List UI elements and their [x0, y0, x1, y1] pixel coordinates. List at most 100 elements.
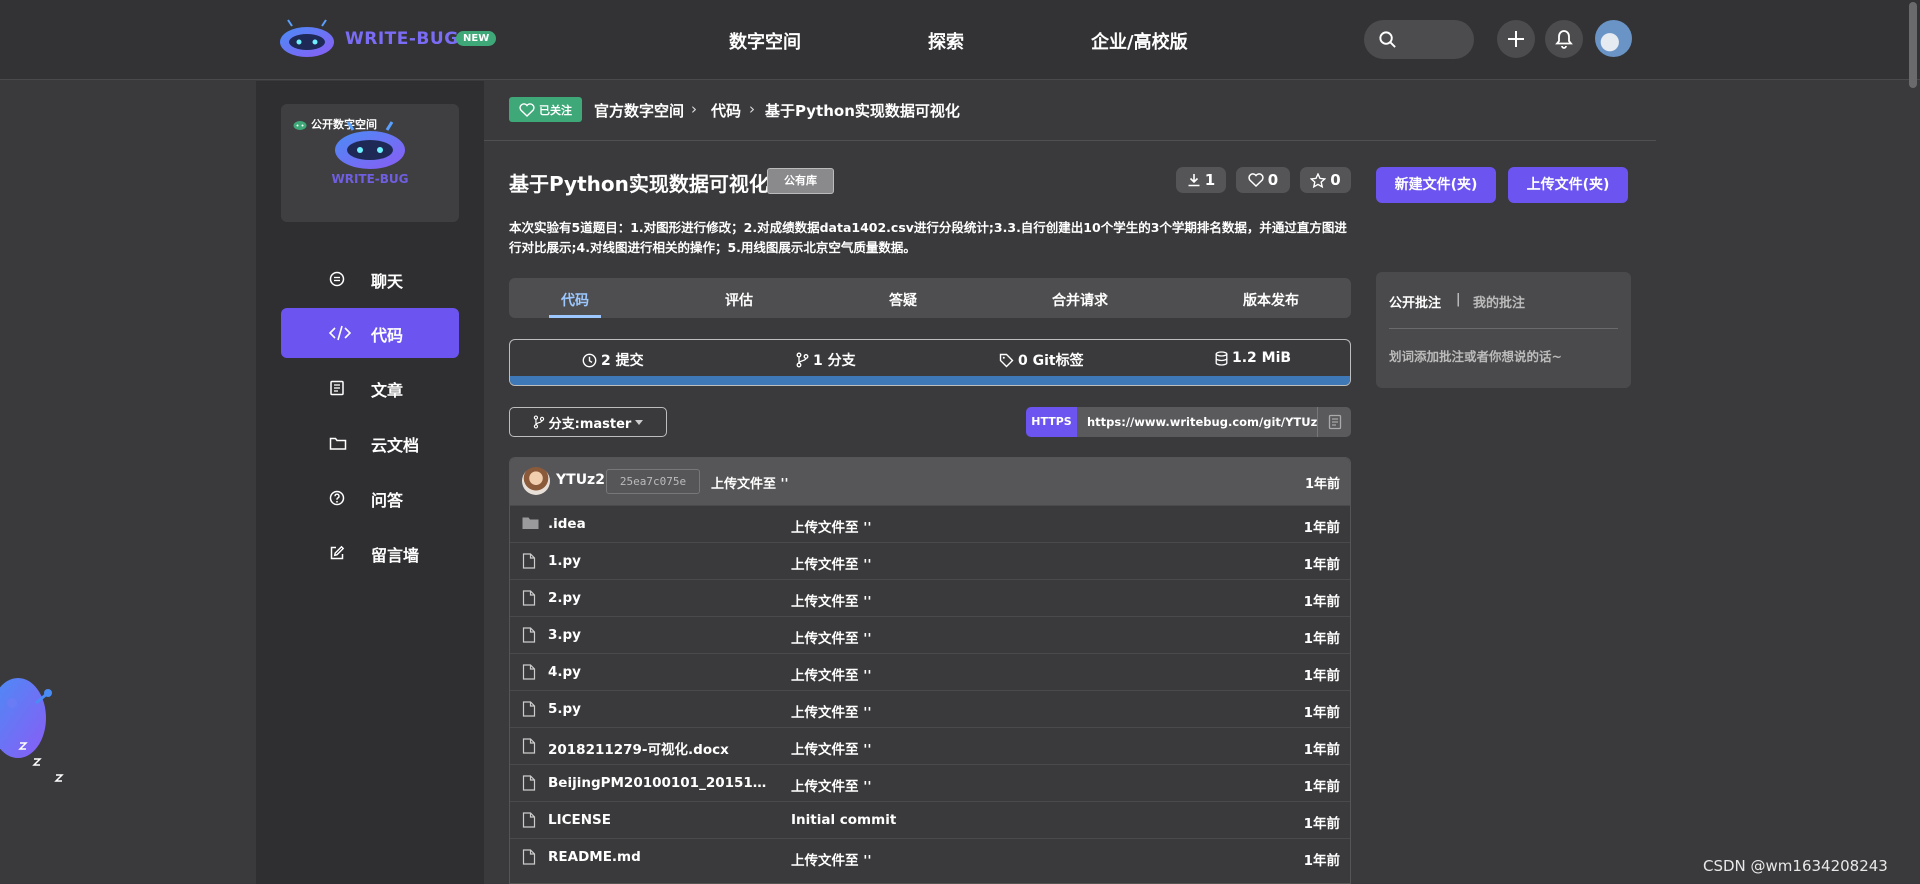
write-bug-logo[interactable]	[278, 18, 336, 58]
sidebar-item-message-wall[interactable]: 留言墙	[281, 528, 459, 578]
download-count: 1	[1204, 171, 1216, 189]
breadcrumb-item[interactable]: 代码	[711, 100, 741, 121]
clock-icon	[582, 353, 597, 367]
file-time: 1年前	[1303, 705, 1340, 721]
file-name[interactable]: LICENSE	[548, 812, 770, 828]
table-row[interactable]: 3.py 上传文件至 '' 1年前	[510, 616, 1350, 653]
add-button[interactable]	[1497, 20, 1535, 58]
star-button[interactable]: 0	[1300, 167, 1351, 193]
divider	[1389, 328, 1618, 329]
table-row[interactable]: 2018211279-可视化.docx 上传文件至 '' 1年前	[510, 727, 1350, 764]
table-row[interactable]: .idea 上传文件至 '' 1年前	[510, 505, 1350, 542]
repo-description: 本次实验有5道题目：1.对图形进行修改；2.对成绩数据data1402.csv进…	[509, 220, 1347, 255]
table-row[interactable]: README.md 上传文件至 '' 1年前	[510, 838, 1350, 875]
branches-label: 1 分支	[813, 353, 856, 369]
https-protocol-button[interactable]: HTTPS	[1026, 407, 1077, 437]
like-button[interactable]: 0	[1236, 167, 1290, 193]
file-icon	[522, 849, 536, 865]
file-name[interactable]: 1.py	[548, 553, 770, 569]
size-stat: 1.2 MiB	[1215, 350, 1291, 366]
notification-button[interactable]	[1545, 20, 1583, 58]
tab-code[interactable]: 代码	[561, 290, 589, 310]
file-time: 1年前	[1303, 853, 1340, 869]
sidebar-item-cloud-docs[interactable]: 云文档	[281, 418, 459, 468]
tab-separator: |	[1456, 292, 1461, 307]
file-commit-message[interactable]: 上传文件至 ''	[791, 849, 871, 869]
table-row[interactable]: 2.py 上传文件至 '' 1年前	[510, 579, 1350, 616]
file-table: YTUz2 25ea7c075e 上传文件至 '' 1年前 .idea 上传文件…	[509, 457, 1351, 884]
user-avatar[interactable]	[1595, 20, 1632, 57]
file-name[interactable]: BeijingPM20100101_20151231....	[548, 775, 770, 791]
question-icon	[329, 490, 345, 506]
file-icon	[522, 664, 536, 680]
nav-enterprise[interactable]: 企业/高校版	[1091, 28, 1188, 54]
commits-stat[interactable]: 2 提交	[582, 350, 644, 370]
commit-author[interactable]: YTUz2	[556, 472, 605, 488]
file-commit-message[interactable]: Initial commit	[791, 812, 896, 828]
brand-name[interactable]: WRITE-BUG	[345, 29, 459, 49]
sidebar-item-chat[interactable]: 聊天	[281, 254, 459, 304]
file-commit-message[interactable]: 上传文件至 ''	[791, 664, 871, 684]
tab-evaluate[interactable]: 评估	[725, 290, 753, 310]
file-name[interactable]: 2.py	[548, 590, 770, 606]
branch-selector[interactable]: 分支:master	[509, 407, 667, 437]
page-scrollbar[interactable]	[1909, 2, 1917, 88]
commit-hash[interactable]: 25ea7c075e	[606, 469, 700, 494]
table-row[interactable]: LICENSE Initial commit 1年前	[510, 801, 1350, 838]
file-commit-message[interactable]: 上传文件至 ''	[791, 701, 871, 721]
tab-merge-requests[interactable]: 合并请求	[1052, 290, 1108, 310]
commit-message[interactable]: 上传文件至 ''	[711, 473, 789, 492]
sidebar-item-qa[interactable]: 问答	[281, 473, 459, 523]
tab-public-annotations[interactable]: 公开批注	[1389, 292, 1441, 311]
sidebar-item-article[interactable]: 文章	[281, 363, 459, 413]
sidebar-item-label: 问答	[371, 491, 404, 510]
file-commit-message[interactable]: 上传文件至 ''	[791, 627, 871, 647]
file-name[interactable]: .idea	[548, 516, 770, 532]
breadcrumb-item[interactable]: 官方数字空间	[594, 100, 684, 121]
commit-author-avatar[interactable]	[522, 467, 550, 495]
repo-title: 基于Python实现数据可视化	[509, 172, 769, 196]
search-input[interactable]	[1364, 20, 1474, 59]
download-button[interactable]: 1	[1176, 167, 1226, 193]
follow-button[interactable]: 已关注	[509, 97, 582, 122]
sidebar-item-label: 文章	[371, 381, 404, 400]
space-card[interactable]: 公开数字空间 WRITE-BUG	[281, 104, 459, 222]
file-commit-message[interactable]: 上传文件至 ''	[791, 775, 871, 795]
active-tab-indicator	[549, 315, 601, 318]
nav-digital-space[interactable]: 数字空间	[729, 28, 801, 54]
file-name[interactable]: 3.py	[548, 627, 770, 643]
repo-stats: 2 提交 1 分支 0 Git标签 1.2 MiB	[509, 339, 1351, 386]
branches-stat[interactable]: 1 分支	[796, 350, 856, 370]
file-commit-message[interactable]: 上传文件至 ''	[791, 738, 871, 758]
upload-file-button[interactable]: 上传文件(夹)	[1508, 167, 1628, 203]
file-name[interactable]: 5.py	[548, 701, 770, 717]
table-row[interactable]: 5.py 上传文件至 '' 1年前	[510, 690, 1350, 727]
sidebar-item-code[interactable]: 代码	[281, 308, 459, 358]
new-file-button[interactable]: 新建文件(夹)	[1376, 167, 1496, 203]
file-commit-message[interactable]: 上传文件至 ''	[791, 590, 871, 610]
tags-stat[interactable]: 0 Git标签	[999, 350, 1084, 370]
article-icon	[330, 380, 344, 396]
sidebar-item-label: 聊天	[371, 272, 404, 291]
nav-explore[interactable]: 探索	[928, 28, 964, 54]
file-name[interactable]: README.md	[548, 849, 770, 865]
file-name[interactable]: 2018211279-可视化.docx	[548, 738, 770, 758]
clone-url-field[interactable]: https://www.writebug.com/git/YTUz2	[1077, 407, 1317, 437]
file-icon	[522, 812, 536, 828]
floating-mascot-icon[interactable]	[0, 663, 72, 793]
branch-label: 分支:master	[548, 416, 632, 432]
file-icon	[522, 627, 536, 643]
file-name[interactable]: 4.py	[548, 664, 770, 680]
tab-qa[interactable]: 答疑	[889, 290, 917, 310]
copy-url-button[interactable]	[1317, 407, 1351, 437]
tab-my-annotations[interactable]: 我的批注	[1473, 292, 1525, 311]
file-icon	[522, 590, 536, 606]
table-row[interactable]: BeijingPM20100101_20151231.... 上传文件至 '' …	[510, 764, 1350, 801]
table-row[interactable]: 1.py 上传文件至 '' 1年前	[510, 542, 1350, 579]
file-commit-message[interactable]: 上传文件至 ''	[791, 553, 871, 573]
file-commit-message[interactable]: 上传文件至 ''	[791, 516, 871, 536]
commit-time: 1年前	[1304, 477, 1340, 492]
table-row[interactable]: 4.py 上传文件至 '' 1年前	[510, 653, 1350, 690]
visibility-badge: 公有库	[767, 168, 834, 194]
tab-releases[interactable]: 版本发布	[1243, 290, 1299, 310]
